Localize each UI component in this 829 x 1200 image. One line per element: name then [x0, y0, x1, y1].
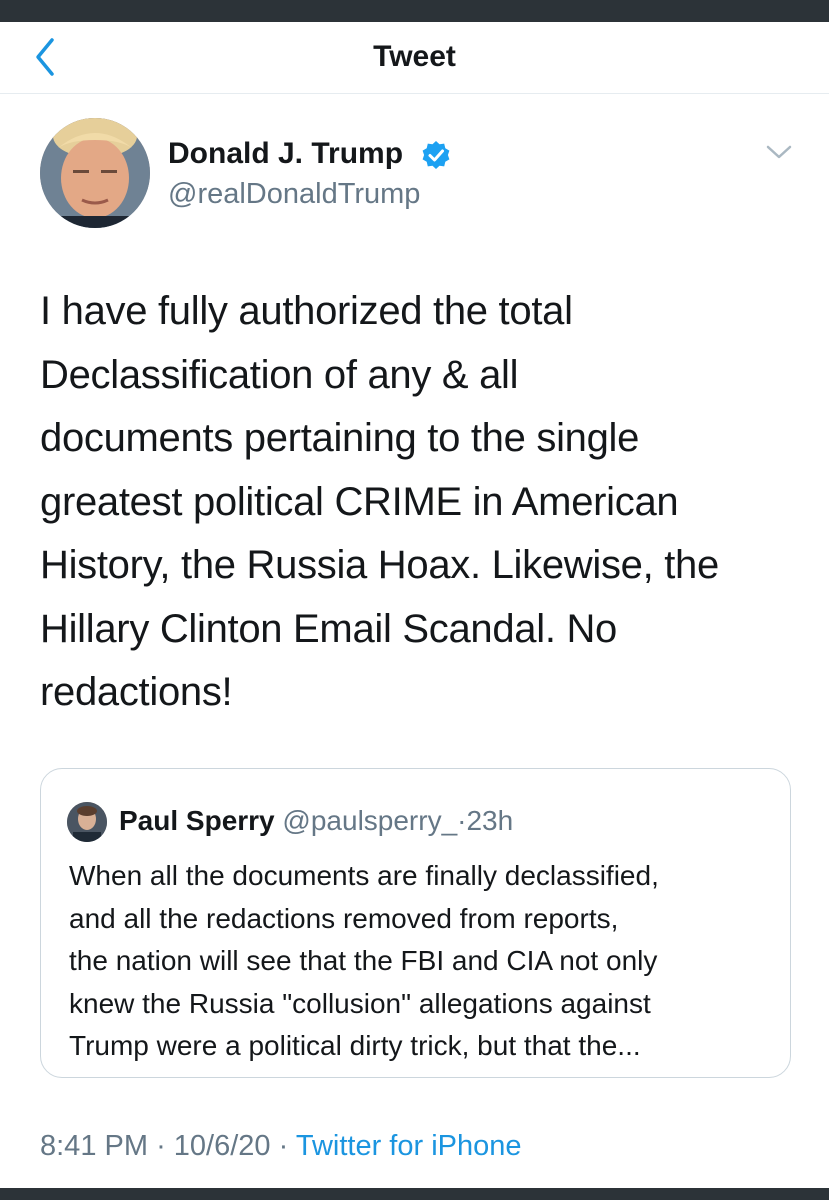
- author-handle[interactable]: @realDonaldTrump: [168, 175, 420, 213]
- tweet-time: 8:41 PM: [40, 1130, 148, 1162]
- avatar-portrait-icon: [67, 802, 107, 842]
- verified-badge-icon: [420, 140, 452, 172]
- quote-text-line: and all the redactions removed from repo…: [69, 902, 619, 934]
- tweet-text-line: documents pertaining to the single: [40, 416, 640, 460]
- tweet-text-line: Declassification of any & all: [40, 352, 519, 397]
- tweet-text-line: redactions!: [40, 670, 233, 714]
- quote-text-line: When all the documents are finally decla…: [69, 860, 659, 891]
- quote-text: When all the documents are finally decla…: [69, 855, 779, 1068]
- tweet-text-line: I have fully authorized the total: [40, 289, 573, 333]
- tweet-metadata: 8:41 PM · 10/6/20 · Twitter for iPhone: [40, 1126, 522, 1166]
- chevron-down-icon[interactable]: [764, 140, 794, 164]
- tweet-text-line: greatest political CRIME in American: [40, 479, 679, 524]
- quote-text-line: knew the Russia "collusion" allegations …: [69, 987, 651, 1019]
- footer-separator: ·: [156, 1130, 166, 1162]
- page-title: Tweet: [373, 40, 456, 73]
- quote-header: Paul Sperry @paulsperry_·23h: [119, 801, 513, 841]
- quote-text-line: the nation will see that the FBI and CIA…: [69, 945, 658, 976]
- tweet-text: I have fully authorized the total Declas…: [40, 280, 800, 725]
- status-bar: [0, 0, 829, 22]
- quote-text-line: Trump were a political dirty trick, but …: [69, 1030, 641, 1061]
- bottom-edge-bar: [0, 1188, 829, 1200]
- footer-separator: ·: [278, 1130, 289, 1162]
- tweet-source-link[interactable]: Twitter for iPhone: [296, 1130, 522, 1162]
- quote-timestamp: 23h: [466, 805, 514, 836]
- author-name[interactable]: Donald J. Trump: [168, 134, 403, 174]
- author-avatar[interactable]: [40, 118, 150, 228]
- tweet-text-line: History, the Russia Hoax. Likewise, the: [40, 543, 719, 587]
- quote-author-name: Paul Sperry: [119, 805, 275, 836]
- tweet-date: 10/6/20: [173, 1130, 271, 1162]
- quoted-tweet-card[interactable]: Paul Sperry @paulsperry_·23h When all th…: [40, 768, 791, 1078]
- quote-author-handle: @paulsperry_: [282, 805, 458, 836]
- tweet-text-line: Hillary Clinton Email Scandal. No: [40, 606, 617, 651]
- quote-author-avatar: [67, 802, 107, 842]
- avatar-portrait-icon: [40, 118, 150, 228]
- navigation-header: Tweet: [0, 22, 829, 94]
